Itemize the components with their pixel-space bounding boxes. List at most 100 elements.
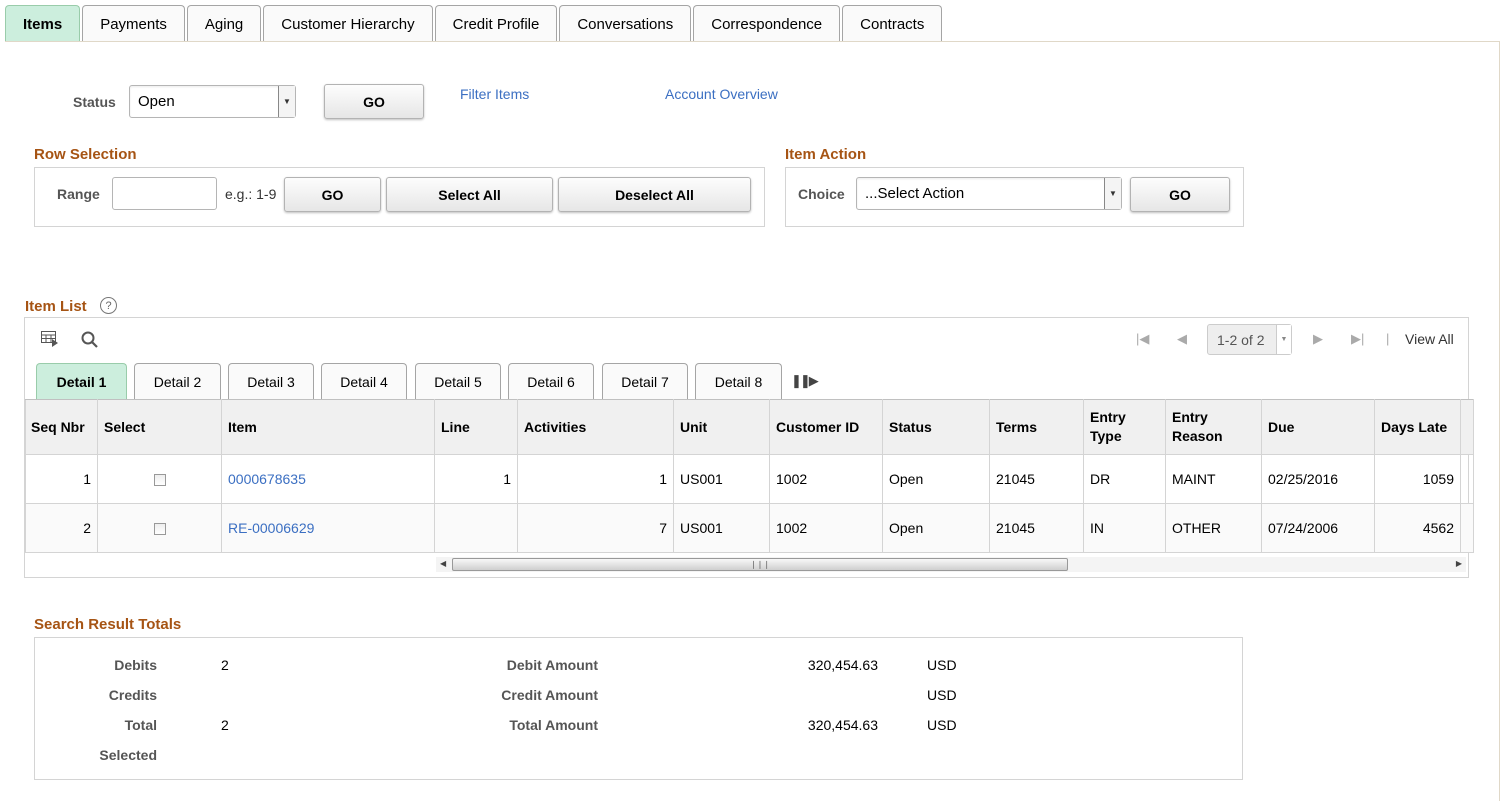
chevron-down-icon: ▼ bbox=[1104, 178, 1121, 209]
cell-seq: 1 bbox=[25, 454, 98, 504]
table-row: 1 0000678635 1 1 US001 1002 Open 21045 D… bbox=[25, 454, 1474, 504]
col-select[interactable]: Select bbox=[97, 399, 222, 455]
range-label: Range bbox=[57, 186, 100, 202]
col-days-late[interactable]: Days Late bbox=[1374, 399, 1461, 455]
col-entry-type[interactable]: Entry Type bbox=[1083, 399, 1166, 455]
pager-select[interactable]: 1-2 of 2 ▼ bbox=[1207, 324, 1292, 355]
col-status[interactable]: Status bbox=[882, 399, 990, 455]
debit-amount-label: Debit Amount bbox=[506, 657, 598, 673]
cell-days-late: 1059 bbox=[1374, 454, 1461, 504]
next-page-icon[interactable]: ▶ bbox=[1313, 331, 1323, 347]
choice-select[interactable]: ...Select Action ▼ bbox=[856, 177, 1122, 210]
total-label: Total bbox=[124, 717, 157, 733]
select-all-button[interactable]: Select All bbox=[386, 177, 553, 212]
show-all-columns-icon[interactable]: ❚❚▶ bbox=[791, 373, 819, 389]
detail-tab-2[interactable]: Detail 2 bbox=[134, 363, 221, 399]
item-table: Seq Nbr Select Item Line Activities Unit… bbox=[25, 399, 1474, 553]
status-select[interactable]: Open ▼ bbox=[129, 85, 296, 118]
debits-label: Debits bbox=[114, 657, 157, 673]
tab-conversations[interactable]: Conversations bbox=[559, 5, 692, 42]
detail-tab-7[interactable]: Detail 7 bbox=[602, 363, 688, 399]
col-line[interactable]: Line bbox=[434, 399, 518, 455]
col-terms[interactable]: Terms bbox=[989, 399, 1084, 455]
cell-terms: 21045 bbox=[989, 454, 1084, 504]
scroll-right-icon[interactable]: ▶ bbox=[1456, 559, 1462, 568]
detail-tab-8[interactable]: Detail 8 bbox=[695, 363, 782, 399]
tab-aging[interactable]: Aging bbox=[186, 5, 262, 42]
cell-item: RE-00006629 bbox=[221, 503, 435, 553]
row-select-checkbox[interactable] bbox=[153, 474, 166, 487]
pager-separator: | bbox=[1386, 331, 1390, 346]
totals-title: Search Result Totals bbox=[34, 616, 182, 633]
range-input[interactable] bbox=[112, 177, 217, 210]
view-all-link[interactable]: View All bbox=[1405, 331, 1454, 347]
personalize-grid-icon[interactable] bbox=[41, 331, 59, 350]
row-selection-title: Row Selection bbox=[34, 146, 137, 163]
help-icon[interactable]: ? bbox=[100, 297, 117, 314]
table-header-row: Seq Nbr Select Item Line Activities Unit… bbox=[25, 399, 1474, 455]
cell-filler bbox=[1460, 503, 1474, 553]
cell-unit: US001 bbox=[673, 503, 770, 553]
detail-tab-6[interactable]: Detail 6 bbox=[508, 363, 594, 399]
first-page-icon[interactable]: |◀ bbox=[1136, 331, 1149, 347]
last-page-icon[interactable]: ▶| bbox=[1351, 331, 1364, 347]
col-entry-reason[interactable]: Entry Reason bbox=[1165, 399, 1262, 455]
cell-customer-id: 1002 bbox=[769, 503, 883, 553]
status-go-button[interactable]: GO bbox=[324, 84, 424, 119]
row-select-checkbox[interactable] bbox=[153, 523, 166, 536]
cell-terms: 21045 bbox=[989, 503, 1084, 553]
col-customer-id[interactable]: Customer ID bbox=[769, 399, 883, 455]
cell-activities: 7 bbox=[517, 503, 674, 553]
debit-amount-value: 320,454.63 bbox=[807, 657, 878, 673]
scrollbar-thumb[interactable]: ❘❘❘ bbox=[452, 558, 1068, 571]
chevron-down-icon: ▼ bbox=[278, 86, 295, 117]
tab-credit-profile[interactable]: Credit Profile bbox=[434, 5, 558, 42]
item-link[interactable]: RE-00006629 bbox=[228, 520, 314, 536]
col-item[interactable]: Item bbox=[221, 399, 435, 455]
top-tab-bar: Items Payments Aging Customer Hierarchy … bbox=[5, 5, 944, 42]
tab-correspondence[interactable]: Correspondence bbox=[693, 5, 841, 42]
item-list-title: Item List bbox=[25, 298, 87, 315]
horizontal-scrollbar[interactable]: ◀ ❘❘❘ ▶ bbox=[436, 557, 1466, 572]
tab-payments[interactable]: Payments bbox=[82, 5, 185, 42]
scroll-left-icon[interactable]: ◀ bbox=[440, 559, 446, 568]
col-unit[interactable]: Unit bbox=[673, 399, 770, 455]
cell-seq: 2 bbox=[25, 503, 98, 553]
account-overview-link[interactable]: Account Overview bbox=[665, 86, 778, 102]
item-link[interactable]: 0000678635 bbox=[228, 471, 306, 487]
debit-currency: USD bbox=[927, 657, 957, 673]
action-go-button[interactable]: GO bbox=[1130, 177, 1230, 212]
range-go-button[interactable]: GO bbox=[284, 177, 381, 212]
cell-customer-id: 1002 bbox=[769, 454, 883, 504]
cell-item: 0000678635 bbox=[221, 454, 435, 504]
col-seq-nbr[interactable]: Seq Nbr bbox=[25, 399, 98, 455]
credit-currency: USD bbox=[927, 687, 957, 703]
cell-line bbox=[434, 503, 518, 553]
deselect-all-button[interactable]: Deselect All bbox=[558, 177, 751, 212]
item-action-title: Item Action bbox=[785, 146, 867, 163]
cell-days-late: 4562 bbox=[1374, 503, 1461, 553]
search-icon[interactable] bbox=[81, 331, 99, 352]
detail-tab-4[interactable]: Detail 4 bbox=[321, 363, 407, 399]
cell-entry-type: DR bbox=[1083, 454, 1166, 504]
range-hint: e.g.: 1-9 bbox=[225, 186, 277, 202]
tab-customer-hierarchy[interactable]: Customer Hierarchy bbox=[263, 5, 433, 42]
col-activities[interactable]: Activities bbox=[517, 399, 674, 455]
cell-select bbox=[97, 503, 222, 553]
cell-unit: US001 bbox=[673, 454, 770, 504]
col-due[interactable]: Due bbox=[1261, 399, 1375, 455]
filter-items-link[interactable]: Filter Items bbox=[460, 86, 529, 102]
detail-tab-5[interactable]: Detail 5 bbox=[415, 363, 501, 399]
status-label: Status bbox=[73, 94, 116, 110]
detail-tab-3[interactable]: Detail 3 bbox=[228, 363, 314, 399]
cell-status: Open bbox=[882, 503, 990, 553]
tab-items[interactable]: Items bbox=[5, 5, 81, 42]
status-select-value: Open bbox=[138, 93, 175, 110]
previous-page-icon[interactable]: ◀ bbox=[1177, 331, 1187, 347]
tab-contracts[interactable]: Contracts bbox=[842, 5, 943, 42]
selected-label: Selected bbox=[99, 747, 157, 763]
col-filler bbox=[1460, 399, 1474, 455]
credits-label: Credits bbox=[108, 687, 157, 703]
credit-amount-label: Credit Amount bbox=[501, 687, 598, 703]
detail-tab-1[interactable]: Detail 1 bbox=[36, 363, 127, 399]
